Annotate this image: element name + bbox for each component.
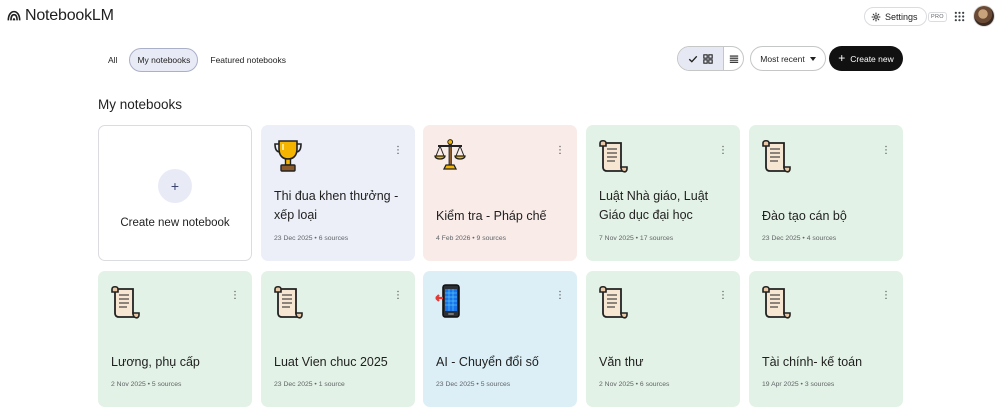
caret-down-icon xyxy=(809,56,816,61)
plus-icon: + xyxy=(838,51,846,65)
notebook-card[interactable]: ⋮ Lương, phụ cấp 2 Nov 2025 • 5 sources xyxy=(98,271,252,407)
notebook-meta: 23 Dec 2025 • 6 sources xyxy=(274,235,349,242)
notebook-meta: 23 Dec 2025 • 1 source xyxy=(274,381,345,388)
filter-all[interactable]: All xyxy=(100,48,125,72)
more-vert-icon[interactable]: ⋮ xyxy=(393,291,403,301)
settings-button[interactable]: Settings xyxy=(864,7,927,26)
sort-dropdown[interactable]: Most recent xyxy=(750,46,826,71)
notebook-title: Lương, phụ cấp xyxy=(111,355,200,369)
grid-icon xyxy=(703,53,713,64)
more-vert-icon[interactable]: ⋮ xyxy=(881,146,891,156)
mobile-phone-icon xyxy=(435,284,460,318)
notebook-card[interactable]: ⋮ AI - Chuyển đổi số 23 Dec 2025 • 5 sou… xyxy=(423,271,577,407)
trophy-icon xyxy=(274,140,302,172)
filter-my-notebooks[interactable]: My notebooks xyxy=(129,48,199,72)
more-vert-icon[interactable]: ⋮ xyxy=(230,291,240,301)
create-new-notebook-card[interactable]: + Create new notebook xyxy=(98,125,252,261)
scroll-icon xyxy=(762,285,791,319)
notebook-card[interactable]: ⋮ Thi đua khen thưởng - xếp loại 23 Dec … xyxy=(261,125,415,261)
top-bar: NotebookLM Settings PRO xyxy=(0,0,1000,34)
notebook-meta: 2 Nov 2025 • 6 sources xyxy=(599,381,670,388)
notebook-title: Tài chính- kế toán xyxy=(762,355,863,369)
notebook-title: Kiểm tra - Pháp chế xyxy=(436,209,547,223)
scales-icon xyxy=(434,139,466,170)
scroll-icon xyxy=(111,285,140,319)
notebook-title: AI - Chuyển đổi số xyxy=(436,355,539,369)
check-icon xyxy=(688,55,698,63)
settings-label: Settings xyxy=(885,11,918,22)
more-vert-icon[interactable]: ⋮ xyxy=(555,291,565,301)
user-avatar[interactable] xyxy=(974,6,994,26)
notebook-title: Luat Vien chuc 2025 xyxy=(274,355,388,369)
scroll-icon xyxy=(274,285,303,319)
create-new-notebook-label: Create new notebook xyxy=(120,217,230,229)
create-new-button[interactable]: + Create new xyxy=(829,46,903,71)
filter-my-notebooks-label: My notebooks xyxy=(137,55,191,65)
notebook-title: Luật Nhà giáo, Luật Giáo dục đại học xyxy=(599,189,709,222)
notebook-title: Thi đua khen thưởng - xếp loại xyxy=(274,189,399,222)
more-vert-icon[interactable]: ⋮ xyxy=(718,291,728,301)
app-name: NotebookLM xyxy=(25,7,114,24)
scroll-icon xyxy=(599,139,628,173)
more-vert-icon[interactable]: ⋮ xyxy=(555,146,565,156)
filter-featured-label: Featured notebooks xyxy=(210,55,286,65)
notebooklm-logo-icon xyxy=(7,10,21,21)
notebook-card[interactable]: ⋮ Luật Nhà giáo, Luật Giáo dục đại học 7… xyxy=(586,125,740,261)
pro-badge: PRO xyxy=(928,12,947,22)
notebook-meta: 2 Nov 2025 • 5 sources xyxy=(111,381,182,388)
apps-grid-icon[interactable] xyxy=(954,11,965,22)
notebook-meta: 4 Feb 2026 • 9 sources xyxy=(436,235,507,242)
filter-featured-notebooks[interactable]: Featured notebooks xyxy=(202,48,294,72)
notebook-title: Đào tạo cán bộ xyxy=(762,209,847,223)
filter-chips: All My notebooks Featured notebooks xyxy=(100,48,294,72)
grid-view-button[interactable] xyxy=(678,47,724,70)
notebook-meta: 23 Dec 2025 • 5 sources xyxy=(436,381,511,388)
notebook-meta: 7 Nov 2025 • 17 sources xyxy=(599,235,674,242)
list-view-button[interactable] xyxy=(724,47,743,70)
scroll-icon xyxy=(762,139,791,173)
filter-all-label: All xyxy=(108,55,118,65)
notebook-card[interactable]: ⋮ Kiểm tra - Pháp chế 4 Feb 2026 • 9 sou… xyxy=(423,125,577,261)
notebook-meta: 19 Apr 2025 • 3 sources xyxy=(762,381,835,388)
plus-icon: + xyxy=(158,169,192,203)
notebook-meta: 23 Dec 2025 • 4 sources xyxy=(762,235,837,242)
notebook-card[interactable]: ⋮ Văn thư 2 Nov 2025 • 6 sources xyxy=(586,271,740,407)
app-logo[interactable]: NotebookLM xyxy=(7,7,114,25)
notebook-card[interactable]: ⋮ Luat Vien chuc 2025 23 Dec 2025 • 1 so… xyxy=(261,271,415,407)
list-icon xyxy=(729,55,738,63)
view-toggle xyxy=(677,46,744,71)
sort-label: Most recent xyxy=(760,53,805,64)
notebook-card[interactable]: ⋮ Đào tạo cán bộ 23 Dec 2025 • 4 sources xyxy=(749,125,903,261)
more-vert-icon[interactable]: ⋮ xyxy=(881,291,891,301)
notebook-title: Văn thư xyxy=(599,355,644,369)
section-title: My notebooks xyxy=(98,97,183,112)
scroll-icon xyxy=(599,285,628,319)
notebook-card[interactable]: ⋮ Tài chính- kế toán 19 Apr 2025 • 3 sou… xyxy=(749,271,903,407)
more-vert-icon[interactable]: ⋮ xyxy=(393,146,403,156)
gear-icon xyxy=(871,12,881,21)
create-new-label: Create new xyxy=(850,53,894,64)
more-vert-icon[interactable]: ⋮ xyxy=(718,146,728,156)
